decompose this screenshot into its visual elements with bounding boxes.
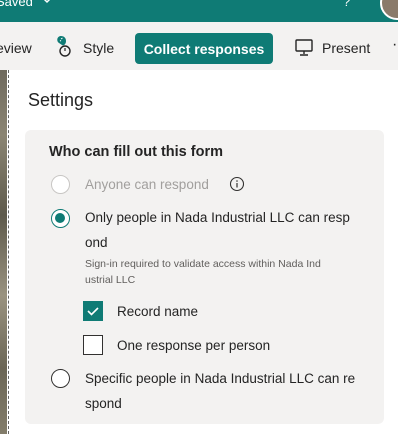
- record-name-label: Record name: [117, 304, 199, 319]
- style-button[interactable]: Style: [83, 40, 114, 56]
- app-header: Saved ?: [0, 0, 398, 22]
- panel-divider: [8, 70, 9, 434]
- option-label-org-line2: ond: [85, 235, 108, 250]
- checkmark-icon: [87, 307, 99, 316]
- form-background-image: [0, 70, 7, 434]
- option-label-specific-line2: spond: [85, 396, 122, 411]
- style-palette-icon[interactable]: [55, 33, 75, 59]
- radio-only-people-in-org[interactable]: [51, 209, 70, 228]
- option-label-anyone: Anyone can respond: [85, 177, 209, 192]
- record-name-checkbox[interactable]: [83, 301, 103, 321]
- saved-status: Saved: [0, 0, 33, 9]
- info-icon[interactable]: [229, 176, 245, 192]
- settings-title: Settings: [28, 90, 94, 110]
- sign-in-note: Sign-in required to validate access with…: [85, 256, 375, 288]
- one-response-label: One response per person: [117, 338, 271, 353]
- avatar[interactable]: [380, 0, 398, 20]
- present-monitor-icon[interactable]: [295, 39, 313, 56]
- sign-in-note-line1: Sign-in required to validate access with…: [85, 258, 321, 270]
- chevron-down-icon[interactable]: [40, 0, 54, 7]
- radio-selected-dot: [55, 213, 65, 223]
- sign-in-note-line2: ustrial LLC: [85, 274, 136, 286]
- collect-responses-button[interactable]: Collect responses: [135, 33, 273, 64]
- one-response-checkbox[interactable]: [83, 335, 103, 355]
- preview-button[interactable]: eview: [0, 40, 32, 56]
- option-label-specific-line1: Specific people in Nada Industrial LLC c…: [85, 371, 356, 386]
- present-button[interactable]: Present: [322, 40, 370, 56]
- toolbar: eview Style Collect responses Present ·: [0, 22, 398, 70]
- help-icon[interactable]: ?: [343, 0, 350, 9]
- section-title: Who can fill out this form: [49, 144, 223, 160]
- radio-anyone-can-respond[interactable]: [51, 175, 70, 194]
- option-label-org-line1: Only people in Nada Industrial LLC can r…: [85, 210, 350, 225]
- more-icon[interactable]: ·: [392, 36, 397, 54]
- radio-specific-people[interactable]: [51, 369, 70, 388]
